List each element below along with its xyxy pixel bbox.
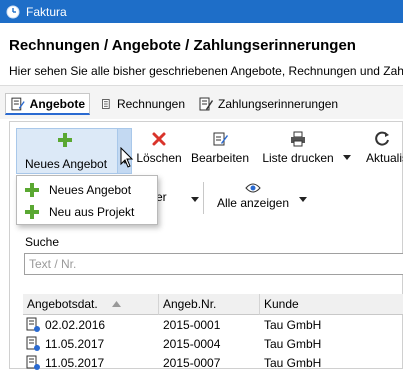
window-title: Faktura bbox=[26, 4, 67, 19]
eye-icon bbox=[245, 183, 261, 193]
sort-ascending-icon bbox=[111, 301, 121, 307]
page-title: Rechnungen / Angebote / Zahlungserinneru… bbox=[9, 37, 356, 54]
print-list-label: Liste drucken bbox=[262, 151, 334, 165]
new-offer-menu: Neues Angebot Neu aus Projekt bbox=[16, 175, 158, 225]
column-header-customer-label: Kunde bbox=[264, 297, 299, 311]
new-offer-button[interactable]: Neues Angebot bbox=[16, 128, 132, 174]
angebote-panel: Neues Angebot Löschen Bearbeiten Liste d… bbox=[9, 121, 403, 370]
column-header-number[interactable]: Angeb.Nr. bbox=[159, 294, 260, 315]
tab-zahlungserinnerungen[interactable]: Zahlungserinnerungen bbox=[194, 93, 369, 115]
cell-customer: Tau GmbH bbox=[264, 318, 322, 332]
column-header-number-label: Angeb.Nr. bbox=[163, 297, 217, 311]
cell-customer: Tau GmbH bbox=[264, 337, 322, 351]
toolbar-divider bbox=[203, 182, 204, 214]
plus-icon bbox=[25, 182, 39, 197]
toolbar: Neues Angebot Löschen Bearbeiten Liste d… bbox=[10, 126, 403, 174]
search-placeholder: Text / Nr. bbox=[29, 257, 77, 271]
main-content: Neues Angebot Löschen Bearbeiten Liste d… bbox=[0, 119, 403, 370]
column-header-date-label: Angebotsdat. bbox=[27, 297, 98, 311]
delete-label: Löschen bbox=[136, 151, 182, 165]
tab-rechnungen[interactable]: Rechnungen bbox=[97, 93, 189, 115]
cell-number: 2015-0001 bbox=[163, 318, 221, 332]
show-all-chevron-down-icon[interactable] bbox=[299, 197, 307, 202]
window-titlebar: Faktura bbox=[0, 0, 403, 23]
refresh-label: Aktualisi bbox=[366, 151, 403, 165]
tab-rechnungen-label: Rechnungen bbox=[116, 97, 185, 111]
menu-item-new-offer-label: Neues Angebot bbox=[49, 182, 132, 197]
search-input[interactable]: Text / Nr. bbox=[24, 253, 403, 275]
document-icon bbox=[26, 317, 40, 332]
clock-icon bbox=[6, 5, 20, 18]
column-header-customer[interactable]: Kunde bbox=[260, 294, 403, 315]
cell-date: 11.05.2017 bbox=[45, 337, 105, 351]
chevron-down-icon bbox=[343, 155, 351, 160]
new-offer-label: Neues Angebot bbox=[25, 157, 108, 171]
delete-button[interactable]: Löschen bbox=[136, 128, 182, 174]
plus-icon bbox=[58, 133, 72, 147]
edit-document-icon bbox=[213, 132, 228, 146]
cell-customer: Tau GmbH bbox=[264, 356, 322, 370]
edit-label: Bearbeiten bbox=[190, 151, 250, 165]
document-icon bbox=[102, 99, 110, 109]
page-subtitle: Hier sehen Sie alle bisher geschriebenen… bbox=[9, 64, 403, 78]
document-reminder-icon bbox=[199, 97, 213, 111]
cell-date: 11.05.2017 bbox=[45, 356, 105, 370]
printer-icon bbox=[291, 131, 305, 147]
search-label: Suche bbox=[25, 235, 60, 249]
show-all-label: Alle anzeigen bbox=[216, 196, 290, 210]
menu-item-new-offer[interactable]: Neues Angebot bbox=[19, 179, 155, 200]
table-row[interactable]: 02.02.2016 2015-0001 Tau GmbH bbox=[23, 316, 403, 335]
print-list-button[interactable]: Liste drucken bbox=[258, 128, 338, 174]
cell-number: 2015-0004 bbox=[163, 337, 221, 351]
menu-item-new-from-project-label: Neu aus Projekt bbox=[49, 204, 135, 219]
edit-button[interactable]: Bearbeiten bbox=[190, 128, 250, 174]
plus-icon bbox=[25, 204, 39, 219]
table-row[interactable]: 11.05.2017 2015-0007 Tau GmbH bbox=[23, 354, 403, 373]
page-header: Rechnungen / Angebote / Zahlungserinneru… bbox=[0, 23, 403, 85]
document-icon bbox=[26, 336, 40, 351]
column-header-date[interactable]: Angebotsdat. bbox=[23, 294, 159, 315]
show-all-button[interactable]: Alle anzeigen bbox=[213, 180, 293, 214]
filter-chevron-down-icon[interactable] bbox=[191, 197, 199, 202]
delete-x-icon bbox=[152, 132, 166, 146]
document-edit-icon bbox=[11, 97, 25, 110]
refresh-button[interactable]: Aktualisi bbox=[362, 128, 403, 174]
mouse-cursor-icon bbox=[120, 147, 134, 168]
tab-angebote[interactable]: Angebote bbox=[5, 93, 90, 115]
tab-angebote-label: Angebote bbox=[29, 96, 85, 111]
refresh-icon bbox=[375, 131, 389, 146]
cell-date: 02.02.2016 bbox=[45, 318, 106, 332]
print-options-toggle[interactable] bbox=[340, 128, 354, 174]
tab-zahlungserinnerungen-label: Zahlungserinnerungen bbox=[218, 97, 339, 111]
tab-bar: Angebote Rechnungen Zahlungserinnerungen bbox=[0, 85, 403, 119]
cell-number: 2015-0007 bbox=[163, 356, 221, 370]
table-row[interactable]: 11.05.2017 2015-0004 Tau GmbH bbox=[23, 335, 403, 354]
menu-item-new-from-project[interactable]: Neu aus Projekt bbox=[19, 201, 155, 222]
